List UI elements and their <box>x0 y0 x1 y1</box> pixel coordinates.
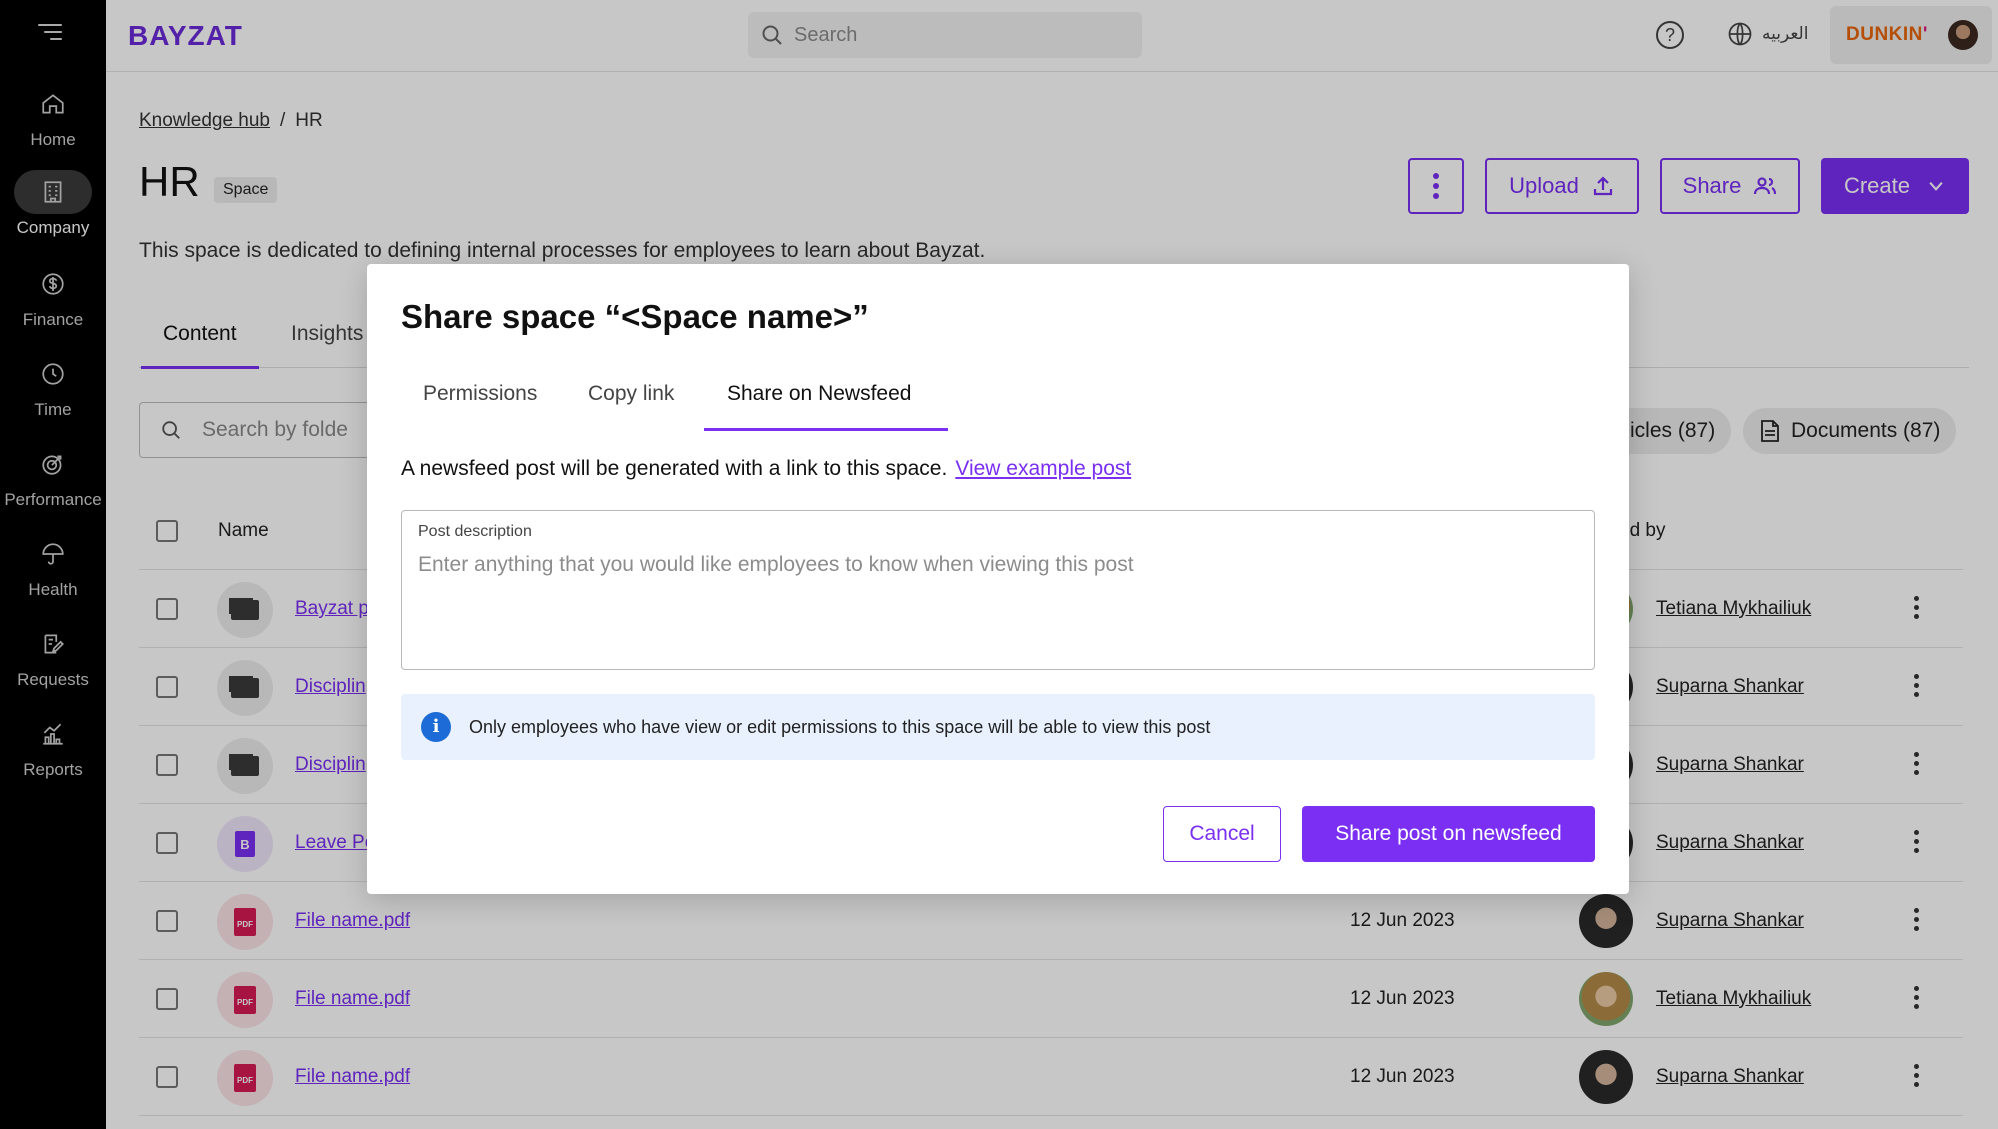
info-text: Only employees who have view or edit per… <box>469 716 1211 737</box>
share-post-button[interactable]: Share post on newsfeed <box>1302 806 1595 862</box>
dialog-intro: A newsfeed post will be generated with a… <box>401 457 1132 480</box>
field-label: Post description <box>418 523 532 540</box>
dialog-title: Share space “<Space name>” <box>401 298 869 335</box>
tab-share-on-newsfeed[interactable]: Share on Newsfeed <box>727 382 911 406</box>
tab-permissions[interactable]: Permissions <box>423 382 537 406</box>
tab-copy-link[interactable]: Copy link <box>588 382 674 406</box>
info-icon: i <box>421 712 451 742</box>
view-example-post-link[interactable]: View example post <box>955 457 1131 480</box>
cancel-button[interactable]: Cancel <box>1163 806 1281 862</box>
post-description-field[interactable]: Post description <box>401 510 1595 670</box>
info-banner: i Only employees who have view or edit p… <box>401 694 1595 760</box>
active-tab-indicator <box>704 428 948 431</box>
post-description-input[interactable] <box>418 553 1578 653</box>
share-space-dialog: Share space “<Space name>” Permissions C… <box>367 264 1629 894</box>
